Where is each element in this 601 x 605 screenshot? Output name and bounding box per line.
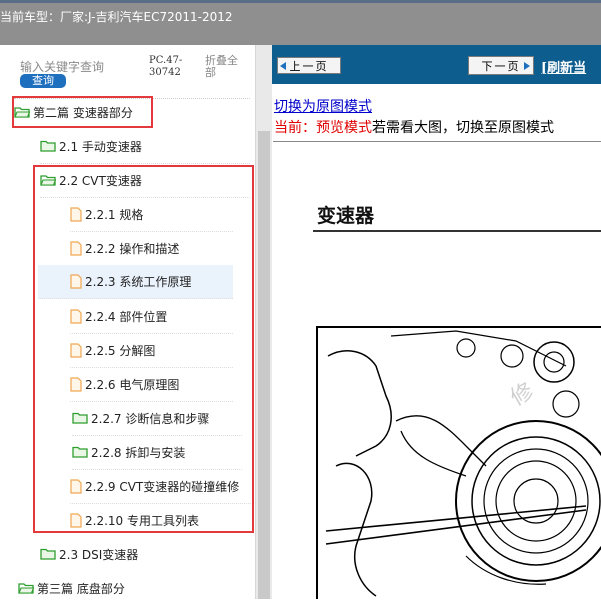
window-edge <box>0 0 601 3</box>
document-title: 变速器 <box>317 205 375 227</box>
switch-original-mode-link[interactable]: 切换为原图模式 <box>274 96 372 116</box>
title-bar: 当前车型：厂家:J-吉利汽车EC72011-2012 <box>0 0 601 45</box>
watermark: 修 <box>507 379 539 412</box>
tree-item-2-3[interactable]: 2.3 DSI变速器 <box>40 537 138 571</box>
folder-open-icon <box>18 583 34 594</box>
mode-status: 当前：预览模式若需看大图，切换至原图模式 <box>274 117 554 137</box>
next-page-button[interactable]: 下一页 <box>468 56 534 75</box>
fold-all-button[interactable]: 折叠全部 <box>205 55 247 79</box>
pc-code: PC.47-30742 <box>149 55 183 78</box>
content-divider <box>273 141 601 142</box>
next-page-label: 下一页 <box>481 60 521 73</box>
tree-item-label: 2.1 手动变速器 <box>59 139 142 154</box>
title-underline <box>313 230 601 232</box>
tree-item-part3[interactable]: 第三篇 底盘部分 <box>18 571 125 605</box>
mode-current: 当前：预览模式 <box>274 120 372 136</box>
prev-page-label: 上一页 <box>289 60 329 73</box>
folder-icon <box>40 140 56 152</box>
vehicle-label: 当前车型： <box>0 10 61 24</box>
highlight-box-cvt <box>33 165 254 533</box>
tree-item-label: 第三篇 底盘部分 <box>37 581 125 596</box>
tree-item-2-1[interactable]: 2.1 手动变速器 <box>40 129 250 164</box>
scrollbar-thumb[interactable] <box>258 131 270 599</box>
query-button[interactable]: 查询 <box>20 74 66 88</box>
left-arrow-icon <box>280 62 286 70</box>
transmission-diagram: 修 <box>316 326 601 599</box>
folder-icon <box>40 548 56 560</box>
mode-hint: 若需看大图，切换至原图模式 <box>372 120 554 136</box>
vehicle-title: 当前车型：厂家:J-吉利汽车EC72011-2012 <box>0 8 233 25</box>
search-input[interactable]: 输入关键字查询 <box>20 58 104 75</box>
highlight-box-part2 <box>12 96 153 128</box>
prev-page-button[interactable]: 上一页 <box>277 57 341 74</box>
tree-item-label: 2.3 DSI变速器 <box>59 547 139 562</box>
vehicle-value: 厂家:J-吉利汽车EC72011-2012 <box>60 10 233 24</box>
sidebar-scrollbar[interactable] <box>255 45 272 599</box>
refresh-link[interactable]: [刷新当 <box>541 57 586 76</box>
right-arrow-icon <box>524 62 530 70</box>
